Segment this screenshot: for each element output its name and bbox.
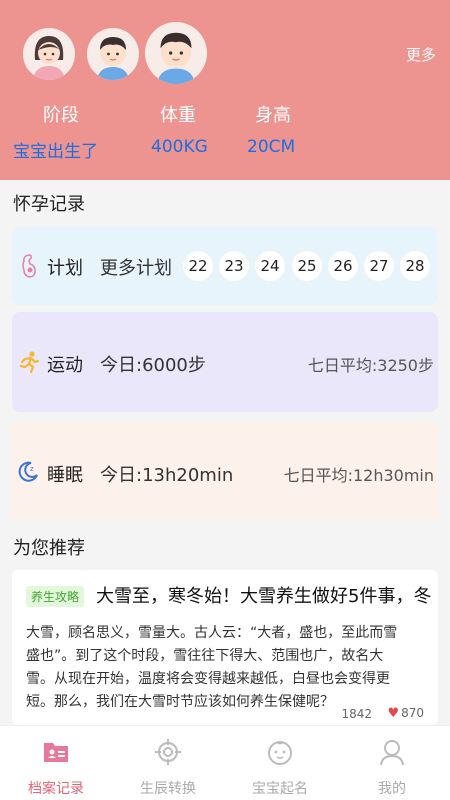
profile-header: 更多 阶段 体重 身高 宝宝出生了 400KG 20CM: [0, 0, 450, 180]
height-label: 身高: [255, 105, 291, 126]
mother-avatar[interactable]: [23, 28, 75, 80]
sleep-card[interactable]: z 睡眠 今日:13h20min 七日平均:12h30min: [12, 422, 438, 520]
moon-icon: z: [18, 461, 38, 482]
day-23[interactable]: 23: [219, 251, 249, 281]
pregnancy-icon: [22, 254, 36, 278]
tab-birth-convert[interactable]: 生辰转换: [112, 726, 224, 800]
baby-face-icon: [268, 741, 292, 765]
article-line: 雪。从现在开始，温度将会变得越来越低，白昼也会变得更: [26, 671, 390, 687]
article-title[interactable]: 大雪至，寒冬始！大雪养生做好5件事，冬: [96, 582, 436, 608]
tab-archive-label: 档案记录: [28, 781, 84, 797]
sport-today: 今日:6000步: [100, 355, 206, 376]
article-line: 大雪，顾名思义，雪量大。古人云：“大者，盛也，至此而雪: [26, 625, 398, 641]
bottom-tab-bar: 档案记录 生辰转换 宝宝起名 我的: [0, 725, 450, 800]
baby-boy-avatar[interactable]: [87, 28, 139, 80]
tab-birth-convert-label: 生辰转换: [140, 781, 196, 797]
recommend-title: 为您推荐: [13, 538, 85, 559]
archive-icon: [44, 743, 68, 762]
day-28[interactable]: 28: [400, 251, 430, 281]
article-tag: 养生攻略: [26, 586, 85, 607]
plan-card[interactable]: 计划 更多计划 22 23 24 25 26 27 28: [12, 227, 438, 305]
like-count-value: 870: [401, 706, 424, 720]
sleep-label: 睡眠: [47, 465, 83, 486]
more-button[interactable]: 更多: [406, 44, 436, 65]
baby-boy-avatar-selected[interactable]: [145, 22, 207, 84]
tab-archive[interactable]: 档案记录: [0, 726, 112, 800]
day-24[interactable]: 24: [255, 251, 285, 281]
tab-mine-label: 我的: [378, 781, 406, 797]
day-26[interactable]: 26: [328, 251, 358, 281]
height-value: 20CM: [247, 137, 296, 157]
weight-value: 400KG: [151, 137, 208, 157]
stage-value: 宝宝出生了: [13, 142, 98, 162]
running-icon: [19, 351, 40, 374]
article-card[interactable]: 养生攻略 大雪至，寒冬始！大雪养生做好5件事，冬 大雪，顾名思义，雪量大。古人云…: [12, 570, 438, 725]
view-count: 1842: [341, 707, 372, 721]
like-count[interactable]: ♥ 870: [387, 706, 424, 721]
tab-mine[interactable]: 我的: [336, 726, 448, 800]
sport-label: 运动: [47, 355, 83, 376]
svg-text:z: z: [30, 465, 34, 473]
more-plans-link[interactable]: 更多计划: [100, 254, 172, 280]
target-icon: [155, 739, 181, 765]
article-summary: 大雪，顾名思义，雪量大。古人云：“大者，盛也，至此而雪 盛也”。到了这个时段，雪…: [26, 622, 430, 714]
article-line: 盛也”。到了这个时段，雪往往下得大、范围也广，故名大: [26, 648, 384, 664]
day-22[interactable]: 22: [183, 251, 213, 281]
day-25[interactable]: 25: [292, 251, 322, 281]
weight-label: 体重: [160, 105, 196, 126]
tab-baby-naming[interactable]: 宝宝起名: [224, 726, 336, 800]
pregnancy-record-title: 怀孕记录: [13, 194, 85, 215]
tab-baby-naming-label: 宝宝起名: [252, 781, 308, 797]
sport-weekly-average: 七日平均:3250步: [307, 356, 434, 375]
day-27[interactable]: 27: [364, 251, 394, 281]
stage-label: 阶段: [43, 105, 79, 126]
plan-label: 计划: [47, 258, 83, 279]
user-icon: [380, 740, 404, 766]
sleep-today: 今日:13h20min: [100, 465, 234, 486]
heart-icon: ♥: [387, 706, 400, 721]
sleep-weekly-average: 七日平均:12h30min: [283, 466, 434, 485]
sport-card[interactable]: 运动 今日:6000步 七日平均:3250步: [12, 312, 438, 412]
